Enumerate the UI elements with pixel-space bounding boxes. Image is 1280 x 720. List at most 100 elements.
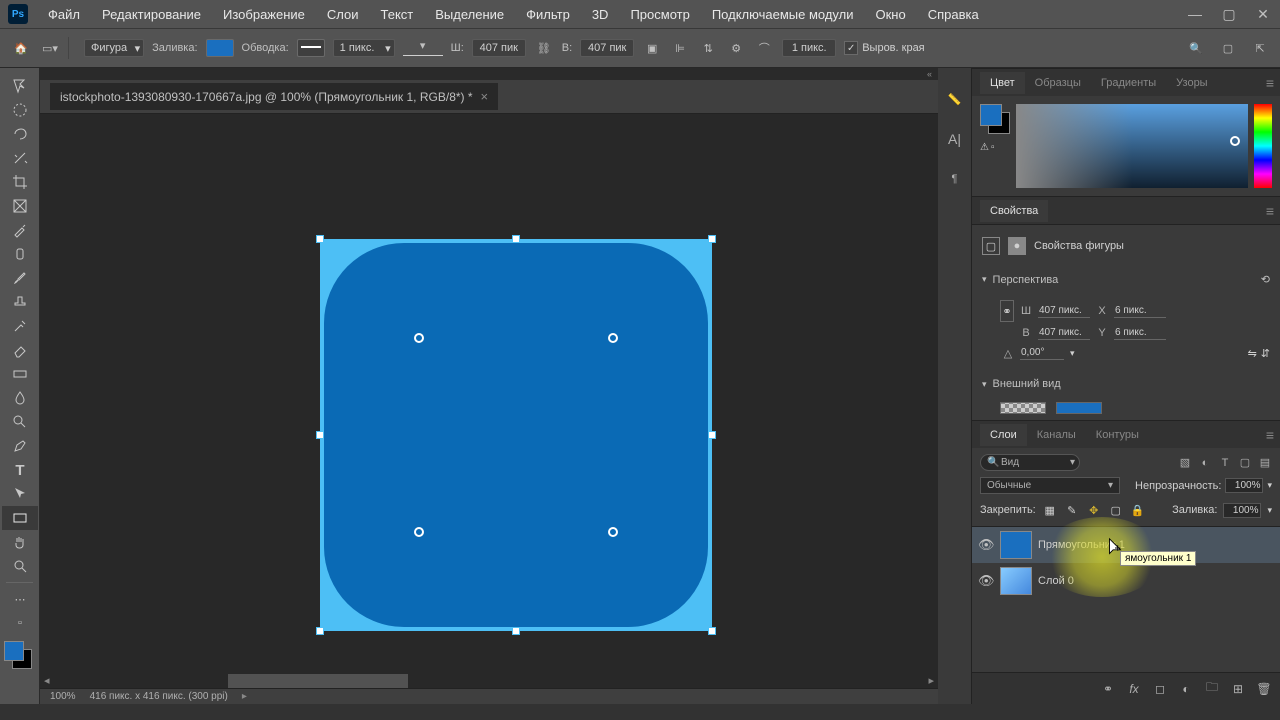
adjustment-icon[interactable]: ◐ bbox=[1178, 681, 1194, 697]
height-prop-input[interactable]: 407 пикс. bbox=[1038, 326, 1090, 340]
history-brush-tool[interactable] bbox=[2, 314, 38, 338]
shape-preset-icon[interactable]: ▭▾ bbox=[40, 38, 60, 58]
fx-icon[interactable]: fx bbox=[1126, 681, 1142, 697]
layer-name[interactable]: Слой 0 bbox=[1038, 575, 1074, 587]
appearance-section-header[interactable]: Внешний вид bbox=[972, 372, 1280, 396]
move-tool[interactable] bbox=[2, 74, 38, 98]
layer-item-background[interactable]: 👁 Слой 0 bbox=[972, 563, 1280, 599]
menu-layer[interactable]: Слои bbox=[317, 3, 369, 26]
appearance-stroke-swatch[interactable] bbox=[1056, 402, 1102, 414]
y-prop-input[interactable]: 6 пикс. bbox=[1114, 326, 1166, 340]
gear-icon[interactable]: ⚙ bbox=[726, 38, 746, 58]
visibility-toggle-icon[interactable]: 👁 bbox=[978, 537, 994, 553]
screen-mode-icon[interactable]: ▫ bbox=[2, 611, 38, 635]
color-swatch-tool[interactable] bbox=[4, 641, 32, 669]
menu-plugins[interactable]: Подключаемые модули bbox=[702, 3, 864, 26]
menu-help[interactable]: Справка bbox=[918, 3, 989, 26]
filter-text-icon[interactable]: T bbox=[1218, 456, 1232, 470]
color-field[interactable] bbox=[1016, 104, 1248, 188]
angle-input[interactable]: 0,00° bbox=[1020, 346, 1064, 360]
blend-mode-select[interactable]: Обычные ▾ bbox=[980, 477, 1120, 494]
menu-select[interactable]: Выделение bbox=[425, 3, 514, 26]
tab-gradients[interactable]: Градиенты bbox=[1091, 72, 1166, 94]
shape-bounding-box[interactable] bbox=[320, 239, 712, 631]
canvas[interactable] bbox=[40, 114, 938, 674]
visibility-toggle-icon[interactable]: 👁 bbox=[978, 573, 994, 589]
workspace-icon[interactable]: ▢ bbox=[1218, 38, 1238, 58]
menu-3d[interactable]: 3D bbox=[582, 3, 619, 26]
stroke-swatch[interactable] bbox=[297, 39, 325, 57]
lock-all-icon[interactable]: 🔒 bbox=[1130, 502, 1146, 518]
layers-panel-menu-icon[interactable]: ≡ bbox=[1266, 427, 1274, 443]
lock-position-icon[interactable]: ✥ bbox=[1086, 502, 1102, 518]
horizontal-scrollbar[interactable] bbox=[58, 674, 921, 688]
height-input[interactable]: 407 пик bbox=[580, 39, 634, 57]
width-prop-input[interactable]: 407 пикс. bbox=[1038, 304, 1090, 318]
gradient-tool[interactable] bbox=[2, 362, 38, 386]
x-prop-input[interactable]: 6 пикс. bbox=[1114, 304, 1166, 318]
layer-thumbnail[interactable] bbox=[1000, 531, 1032, 559]
color-panel-menu-icon[interactable]: ≡ bbox=[1266, 75, 1274, 91]
frame-tool[interactable] bbox=[2, 194, 38, 218]
tool-mode-select[interactable]: Фигура bbox=[84, 39, 144, 57]
brush-tool[interactable] bbox=[2, 266, 38, 290]
eyedropper-tool[interactable] bbox=[2, 218, 38, 242]
path-arrangement-icon[interactable]: ⇅ bbox=[698, 38, 718, 58]
lock-artboard-icon[interactable]: ▢ bbox=[1108, 502, 1124, 518]
link-dimensions-icon[interactable]: ⛓ bbox=[534, 38, 554, 58]
tab-patterns[interactable]: Узоры bbox=[1166, 72, 1217, 94]
maximize-button[interactable]: ▢ bbox=[1212, 1, 1246, 27]
rectangle-tool[interactable] bbox=[2, 506, 38, 530]
stroke-style-select[interactable]: ▾ bbox=[403, 36, 443, 56]
properties-panel-menu-icon[interactable]: ≡ bbox=[1266, 203, 1274, 219]
stamp-tool[interactable] bbox=[2, 290, 38, 314]
share-icon[interactable]: ⇱ bbox=[1250, 38, 1270, 58]
healing-tool[interactable] bbox=[2, 242, 38, 266]
tab-color[interactable]: Цвет bbox=[980, 72, 1025, 94]
crop-tool[interactable] bbox=[2, 170, 38, 194]
search-icon[interactable]: 🔍 bbox=[1186, 38, 1206, 58]
document-tab[interactable]: istockphoto-1393080930-170667a.jpg @ 100… bbox=[50, 83, 498, 110]
tab-channels[interactable]: Каналы bbox=[1027, 424, 1086, 446]
minimize-button[interactable]: — bbox=[1178, 1, 1212, 27]
perspective-section-header[interactable]: Перспектива ⟲ bbox=[972, 267, 1280, 292]
tab-layers[interactable]: Слои bbox=[980, 424, 1027, 446]
menu-image[interactable]: Изображение bbox=[213, 3, 315, 26]
lock-transparency-icon[interactable]: ▦ bbox=[1042, 502, 1058, 518]
group-icon[interactable]: 🗀 bbox=[1204, 681, 1220, 697]
tab-close-icon[interactable]: × bbox=[481, 89, 489, 104]
path-operations-icon[interactable]: ▣ bbox=[642, 38, 662, 58]
filter-shape-icon[interactable]: ▢ bbox=[1238, 456, 1252, 470]
path-alignment-icon[interactable]: ⊫ bbox=[670, 38, 690, 58]
hue-slider[interactable] bbox=[1254, 104, 1272, 188]
close-button[interactable]: ✕ bbox=[1246, 1, 1280, 27]
character-dock-icon[interactable]: A| bbox=[944, 128, 966, 150]
width-input[interactable]: 407 пик bbox=[472, 39, 526, 57]
stroke-width-input[interactable]: 1 пикс. bbox=[333, 39, 395, 57]
link-wh-icon[interactable]: ⚭ bbox=[1000, 300, 1014, 322]
filter-smart-icon[interactable]: ▤ bbox=[1258, 456, 1272, 470]
fill-swatch[interactable] bbox=[206, 39, 234, 57]
rounded-rectangle-shape[interactable] bbox=[324, 243, 708, 627]
opacity-input[interactable]: 100% bbox=[1225, 478, 1263, 493]
lasso-tool[interactable] bbox=[2, 122, 38, 146]
flip-v-icon[interactable]: ⇵ bbox=[1261, 347, 1270, 360]
menu-window[interactable]: Окно bbox=[865, 3, 915, 26]
tab-properties[interactable]: Свойства bbox=[980, 200, 1048, 222]
tab-swatches[interactable]: Образцы bbox=[1025, 72, 1091, 94]
home-icon[interactable]: 🏠 bbox=[10, 37, 32, 59]
menu-view[interactable]: Просмотр bbox=[620, 3, 699, 26]
appearance-fill-swatch[interactable] bbox=[1000, 402, 1046, 414]
menu-text[interactable]: Текст bbox=[371, 3, 424, 26]
filter-adjust-icon[interactable]: ◐ bbox=[1198, 456, 1212, 470]
zoom-level[interactable]: 100% bbox=[50, 691, 76, 702]
collapse-chevron-icon[interactable]: « bbox=[40, 68, 938, 80]
marquee-tool[interactable] bbox=[2, 98, 38, 122]
blur-tool[interactable] bbox=[2, 386, 38, 410]
tab-paths[interactable]: Контуры bbox=[1086, 424, 1149, 446]
new-layer-icon[interactable]: ⊞ bbox=[1230, 681, 1246, 697]
paragraph-dock-icon[interactable]: ¶ bbox=[944, 168, 966, 190]
eraser-tool[interactable] bbox=[2, 338, 38, 362]
zoom-tool[interactable] bbox=[2, 554, 38, 578]
menu-file[interactable]: Файл bbox=[38, 3, 90, 26]
